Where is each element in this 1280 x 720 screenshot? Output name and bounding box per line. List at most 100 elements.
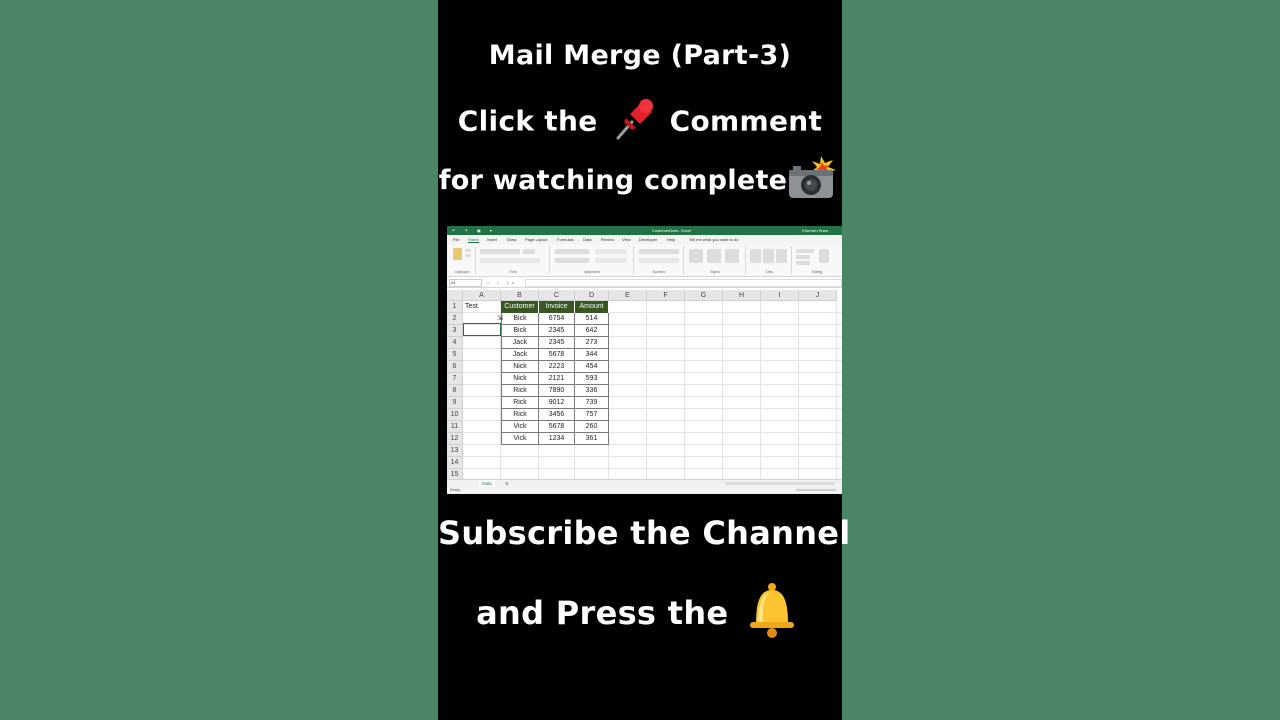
- amount-cell[interactable]: 454: [575, 361, 609, 373]
- invoice-cell[interactable]: 9012: [539, 397, 575, 409]
- customer-cell[interactable]: Nick: [501, 361, 539, 373]
- row-header-7[interactable]: 7: [447, 373, 463, 385]
- conditional-formatting-button[interactable]: [689, 249, 703, 263]
- column-header-e[interactable]: E: [609, 290, 647, 301]
- select-all-corner[interactable]: [447, 290, 463, 301]
- add-sheet-icon[interactable]: ⊕: [505, 480, 509, 487]
- tell-me-search[interactable]: Tell me what you want to do: [689, 237, 738, 242]
- row-header-1[interactable]: 1: [447, 301, 463, 313]
- cell-a1[interactable]: Test: [465, 301, 501, 313]
- column-header-d[interactable]: D: [575, 290, 609, 301]
- copy-icon[interactable]: [465, 254, 471, 257]
- row-header-14[interactable]: 14: [447, 457, 463, 469]
- customer-cell[interactable]: Rick: [501, 409, 539, 421]
- amount-cell[interactable]: 273: [575, 337, 609, 349]
- format-as-table-button[interactable]: [707, 249, 721, 263]
- customer-cell[interactable]: Rick: [501, 385, 539, 397]
- customer-cell[interactable]: Jack: [501, 349, 539, 361]
- column-header-h[interactable]: H: [723, 290, 761, 301]
- paste-icon[interactable]: [453, 248, 462, 260]
- customer-cell[interactable]: Jack: [501, 337, 539, 349]
- number-format-buttons[interactable]: [639, 258, 679, 263]
- invoice-cell[interactable]: 5678: [539, 421, 575, 433]
- amount-cell[interactable]: 739: [575, 397, 609, 409]
- row-header-12[interactable]: 12: [447, 433, 463, 445]
- font-format-buttons[interactable]: [480, 258, 540, 263]
- customer-cell[interactable]: Vick: [501, 421, 539, 433]
- cut-icon[interactable]: [465, 249, 471, 252]
- invoice-cell[interactable]: 7890: [539, 385, 575, 397]
- number-format-box[interactable]: [639, 249, 679, 254]
- horizontal-scrollbar[interactable]: [725, 482, 835, 485]
- invoice-cell[interactable]: 2345: [539, 325, 575, 337]
- row-header-13[interactable]: 13: [447, 445, 463, 457]
- amount-cell[interactable]: 642: [575, 325, 609, 337]
- column-header-g[interactable]: G: [685, 290, 723, 301]
- customer-cell[interactable]: Vick: [501, 433, 539, 445]
- invoice-cell[interactable]: 2345: [539, 337, 575, 349]
- invoice-cell[interactable]: 2121: [539, 373, 575, 385]
- formula-buttons[interactable]: × ✓ ƒx: [487, 280, 517, 285]
- cell-styles-button[interactable]: [725, 249, 739, 263]
- tab-file[interactable]: File: [453, 237, 459, 242]
- tab-draw[interactable]: Draw: [507, 237, 516, 242]
- tab-insert[interactable]: Insert: [487, 237, 497, 242]
- row-header-2[interactable]: 2: [447, 313, 463, 325]
- amount-cell[interactable]: 361: [575, 433, 609, 445]
- column-header-b[interactable]: B: [501, 290, 539, 301]
- alignment-bottom-buttons[interactable]: [555, 258, 589, 263]
- amount-cell[interactable]: 757: [575, 409, 609, 421]
- invoice-cell[interactable]: 1234: [539, 433, 575, 445]
- tab-home[interactable]: Home: [468, 237, 479, 243]
- column-header-i[interactable]: I: [761, 290, 799, 301]
- row-header-6[interactable]: 6: [447, 361, 463, 373]
- merge-center-button[interactable]: [595, 258, 627, 263]
- insert-cells-button[interactable]: [750, 249, 761, 263]
- tab-help[interactable]: Help: [667, 237, 675, 242]
- header-cell-customer[interactable]: Customer: [501, 301, 539, 313]
- invoice-cell[interactable]: 2223: [539, 361, 575, 373]
- row-header-8[interactable]: 8: [447, 385, 463, 397]
- sort-filter-button[interactable]: [819, 249, 829, 263]
- customer-cell[interactable]: Bick: [501, 313, 539, 325]
- font-name-box[interactable]: [480, 249, 520, 254]
- wrap-text-button[interactable]: [595, 249, 627, 254]
- amount-cell[interactable]: 514: [575, 313, 609, 325]
- tab-view[interactable]: View: [622, 237, 631, 242]
- invoice-cell[interactable]: 5678: [539, 349, 575, 361]
- fill-button[interactable]: [796, 255, 810, 259]
- amount-cell[interactable]: 593: [575, 373, 609, 385]
- amount-cell[interactable]: 260: [575, 421, 609, 433]
- formula-input[interactable]: [525, 279, 842, 287]
- format-cells-button[interactable]: [776, 249, 787, 263]
- invoice-cell[interactable]: 6754: [539, 313, 575, 325]
- invoice-cell[interactable]: 3456: [539, 409, 575, 421]
- customer-cell[interactable]: Bick: [501, 325, 539, 337]
- tab-page-layout[interactable]: Page Layout: [525, 237, 547, 242]
- column-header-a[interactable]: A: [463, 290, 501, 301]
- amount-cell[interactable]: 336: [575, 385, 609, 397]
- customer-cell[interactable]: Rick: [501, 397, 539, 409]
- autosum-button[interactable]: [796, 249, 814, 253]
- column-header-j[interactable]: J: [799, 290, 837, 301]
- row-header-9[interactable]: 9: [447, 397, 463, 409]
- tab-review[interactable]: Review: [601, 237, 614, 242]
- delete-cells-button[interactable]: [763, 249, 774, 263]
- row-header-5[interactable]: 5: [447, 349, 463, 361]
- column-header-c[interactable]: C: [539, 290, 575, 301]
- header-cell-amount[interactable]: Amount: [575, 301, 609, 313]
- row-header-10[interactable]: 10: [447, 409, 463, 421]
- row-header-11[interactable]: 11: [447, 421, 463, 433]
- user-name[interactable]: Khurram Khan: [802, 228, 828, 233]
- customer-cell[interactable]: Nick: [501, 373, 539, 385]
- tab-data[interactable]: Data: [583, 237, 591, 242]
- selected-cell-a3[interactable]: [463, 323, 501, 336]
- row-header-3[interactable]: 3: [447, 325, 463, 337]
- clear-button[interactable]: [796, 261, 810, 265]
- quick-access-toolbar[interactable]: ↶ ↷ ▣ ▾: [452, 228, 496, 233]
- amount-cell[interactable]: 344: [575, 349, 609, 361]
- header-cell-invoice[interactable]: Invoice: [539, 301, 575, 313]
- name-box[interactable]: A1: [449, 279, 482, 287]
- zoom-slider[interactable]: [796, 489, 836, 491]
- tab-formulas[interactable]: Formulas: [557, 237, 574, 242]
